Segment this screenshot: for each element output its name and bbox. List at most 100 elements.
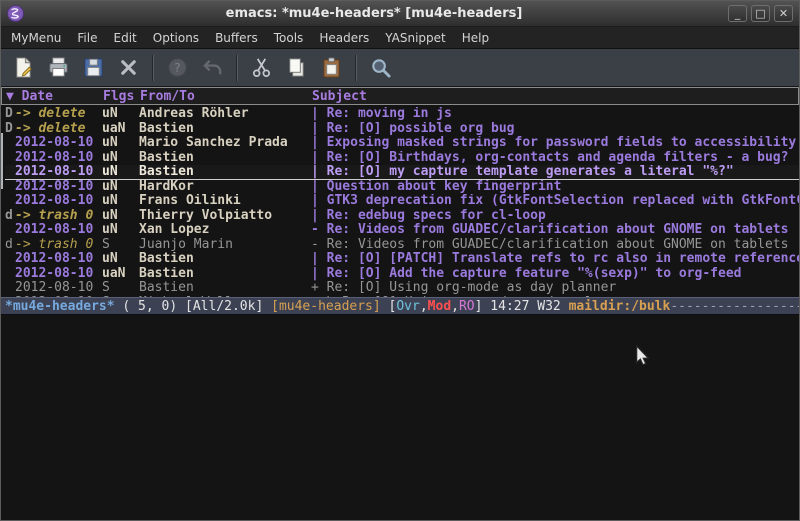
copy-icon	[285, 56, 308, 79]
emacs-icon	[7, 5, 24, 22]
mode-line: *mu4e-headers* ( 5, 0) [All/2.0k] [mu4e-…	[1, 297, 799, 315]
message-row[interactable]: D-> deleteuNAndreas Röhler| Re: moving i…	[5, 107, 799, 122]
message-from: Andreas Röhler	[139, 107, 311, 122]
menu-item-tools[interactable]: Tools	[266, 28, 312, 48]
message-date: -> trash 0	[15, 238, 102, 253]
help-icon: ?	[166, 56, 189, 79]
menu-bar: MyMenuFileEditOptionsBuffersToolsHeaders…	[1, 27, 799, 49]
message-date: 2012-08-10	[15, 223, 102, 238]
toolbar-separator	[355, 55, 357, 81]
message-marker	[5, 165, 15, 179]
message-flags: uaN	[102, 122, 139, 137]
message-from: Mario Sanchez Prada	[139, 136, 311, 151]
message-from: Frans Oilinki	[139, 194, 311, 209]
message-row[interactable]: 2012-08-10SBastien+ Re: [O] Using org-mo…	[5, 281, 799, 296]
copy-button[interactable]	[281, 52, 312, 83]
scrollbar-thumb[interactable]	[1, 133, 3, 189]
menu-item-yasnippet[interactable]: YASnippet	[377, 28, 454, 48]
maximize-button[interactable]: □	[751, 5, 770, 22]
modeline-maildir: maildir:/bulk	[569, 299, 671, 314]
message-date: -> delete	[15, 107, 102, 122]
message-marker	[5, 267, 15, 282]
toolbar-separator	[152, 55, 154, 81]
message-row[interactable]: 2012-08-10uNBastien| Re: [O] [PATCH] Tra…	[5, 252, 799, 267]
message-row-current[interactable]: 2012-08-10uNBastien| Re: [O] my capture …	[5, 165, 799, 180]
window-controls: _□✕	[724, 5, 793, 22]
cut-icon	[250, 56, 273, 79]
modeline-buffer: *mu4e-headers*	[5, 299, 115, 314]
menu-item-buffers[interactable]: Buffers	[207, 28, 266, 48]
toolbar-separator	[236, 55, 238, 81]
emacs-window: emacs: *mu4e-headers* [mu4e-headers] _□✕…	[0, 0, 800, 521]
save-icon	[82, 56, 105, 79]
modeline-fill: ----------------------------------------…	[670, 299, 799, 314]
header-col-date[interactable]: ▼ Date	[6, 89, 103, 104]
print-button[interactable]	[43, 52, 74, 83]
message-row[interactable]: 2012-08-10uNFrans Oilinki| GTK3 deprecat…	[5, 194, 799, 209]
menu-item-options[interactable]: Options	[145, 28, 207, 48]
header-col-subject[interactable]: Subject	[312, 89, 798, 104]
mouse-cursor	[635, 345, 650, 367]
window-title: emacs: *mu4e-headers* [mu4e-headers]	[24, 6, 724, 21]
message-row[interactable]: d-> trash 0uNThierry Volpiatto| Re: edeb…	[5, 209, 799, 224]
message-row[interactable]: 2012-08-10uNXan Lopez- Re: Videos from G…	[5, 223, 799, 238]
modeline-mode: [mu4e-headers]	[271, 299, 381, 314]
message-date: 2012-08-10	[15, 151, 102, 166]
message-flags: uN	[102, 136, 139, 151]
message-row[interactable]: 2012-08-10uaNBastien| Re: [O] Add the ca…	[5, 267, 799, 282]
new-file-button[interactable]	[8, 52, 39, 83]
message-marker: d	[5, 209, 15, 224]
svg-text:?: ?	[174, 60, 181, 75]
modeline-plain: ]	[475, 299, 491, 314]
message-subject: | Exposing masked strings for password f…	[311, 136, 799, 151]
menu-item-mymenu[interactable]: MyMenu	[3, 28, 69, 48]
header-col-flags[interactable]: Flgs	[103, 89, 140, 104]
menu-item-help[interactable]: Help	[454, 28, 497, 48]
message-flags: uN	[102, 107, 139, 122]
message-marker	[5, 281, 15, 296]
message-subject: | Question about key fingerprint	[311, 180, 799, 195]
header-col-from[interactable]: From/To	[140, 89, 312, 104]
message-from: Bastien	[139, 165, 311, 179]
paste-button[interactable]	[316, 52, 347, 83]
message-date: 2012-08-10	[15, 267, 102, 282]
message-row[interactable]: 2012-08-10uNMario Sanchez Prada| Exposin…	[5, 136, 799, 151]
message-from: Bastien	[139, 281, 311, 296]
message-row[interactable]: 2012-08-10uNHardKor| Question about key …	[5, 180, 799, 195]
message-subject: | GTK3 deprecation fix (GtkFontSelection…	[311, 194, 799, 209]
close-button[interactable]	[113, 52, 144, 83]
cut-button[interactable]	[246, 52, 277, 83]
message-marker: d	[5, 238, 15, 253]
message-from: Michael Welle	[139, 296, 311, 298]
close-icon	[117, 56, 140, 79]
message-marker: D	[5, 107, 15, 122]
message-row[interactable]: 2012-08-10uNBastien| Re: [O] Birthdays, …	[5, 151, 799, 166]
message-flags: uN	[102, 223, 139, 238]
message-flags: S	[102, 281, 139, 296]
message-marker	[5, 223, 15, 238]
save-button[interactable]	[78, 52, 109, 83]
message-marker	[5, 296, 15, 298]
message-row[interactable]: 2012-08-10SMichael Welle \ Re: [O] Using…	[5, 296, 799, 298]
menu-item-edit[interactable]: Edit	[106, 28, 145, 48]
header-line: ▼ Date Flgs From/To Subject	[1, 87, 799, 105]
message-date: 2012-08-10	[15, 296, 102, 298]
message-subject: | Re: [O] Add the capture feature "%(sex…	[311, 267, 799, 282]
message-date: 2012-08-10	[15, 194, 102, 209]
search-button[interactable]	[365, 52, 396, 83]
close-button[interactable]: ✕	[774, 5, 793, 22]
message-from: Xan Lopez	[139, 223, 311, 238]
undo-button	[197, 52, 228, 83]
message-row[interactable]: d-> trash 0SJuanjo Marin- Re: Videos fro…	[5, 238, 799, 253]
message-flags: uaN	[102, 267, 139, 282]
title-bar: emacs: *mu4e-headers* [mu4e-headers] _□✕	[1, 1, 799, 27]
message-marker	[5, 194, 15, 209]
message-marker	[5, 136, 15, 151]
menu-item-file[interactable]: File	[69, 28, 105, 48]
minimize-button[interactable]: _	[728, 5, 747, 22]
message-row[interactable]: D-> deleteuaNBastien| Re: [O] possible o…	[5, 122, 799, 137]
message-flags: S	[102, 296, 139, 298]
message-flags: uN	[102, 151, 139, 166]
menu-item-headers[interactable]: Headers	[311, 28, 377, 48]
new-file-icon	[12, 56, 35, 79]
